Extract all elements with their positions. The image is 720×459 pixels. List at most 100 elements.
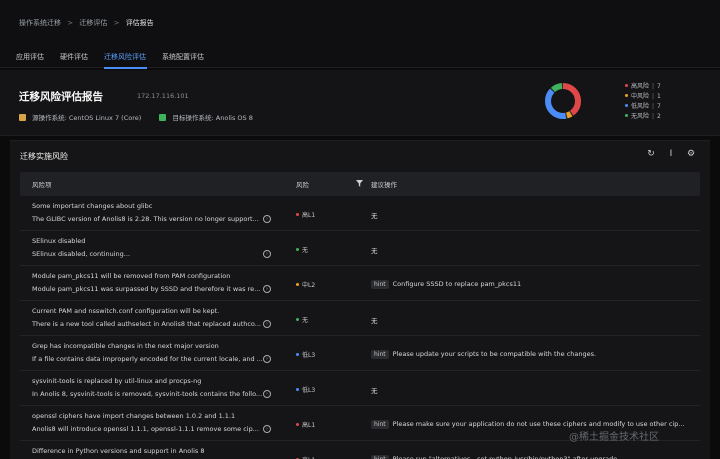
action-text: 无	[371, 387, 378, 395]
info-icon[interactable]: ›	[263, 250, 271, 258]
risk-level: 低L3	[296, 350, 315, 359]
panel-title: 迁移实施风险	[20, 152, 68, 161]
table-row[interactable]: SElinux disabled SElinux disabled, contin…	[20, 231, 700, 266]
tab-migration-risk-assessment[interactable]: 迁移风险评估	[104, 52, 146, 62]
risk-level-label: 高L1	[302, 212, 316, 219]
legend-item-none[interactable]: 无风险 | 2	[625, 112, 661, 122]
risk-description: SElinux disabled, continuing...	[32, 250, 131, 258]
risk-description: If a file contains data improperly encod…	[32, 355, 263, 363]
hint-badge: hint	[371, 280, 389, 289]
risk-title: Module pam_pkcs11 will be removed from P…	[32, 272, 231, 280]
table-row[interactable]: Difference in Python versions and suppor…	[20, 441, 700, 459]
suggested-action: 无	[371, 315, 378, 325]
breadcrumb: 操作系统迁移 > 迁移评估 > 评估报告	[19, 18, 154, 28]
action-text: 无	[371, 247, 378, 255]
filter-icon[interactable]	[356, 179, 363, 189]
info-icon[interactable]: ›	[263, 285, 271, 293]
info-icon[interactable]: ›	[263, 215, 271, 223]
risk-level-label: 无	[302, 247, 309, 254]
action-text: 无	[371, 317, 378, 325]
legend-item-low[interactable]: 低风险 | 7	[625, 102, 661, 112]
risk-legend: 高风险 | 7 中风险 | 1 低风险 | 7 无风险 | 2	[625, 82, 661, 122]
breadcrumb-item-os-migration[interactable]: 操作系统迁移	[19, 19, 61, 27]
risk-level: 高L1	[296, 210, 315, 219]
legend-dot-high	[625, 84, 628, 87]
risk-level: 高L1	[296, 420, 315, 429]
table-body: Some important changes about glibc The GL…	[20, 196, 700, 459]
breadcrumb-separator: >	[67, 19, 74, 27]
risk-level: 无	[296, 245, 308, 254]
suggested-action: hint Configure SSSD to replace pam_pkcs11	[371, 280, 521, 289]
risk-level: 高L1	[296, 455, 315, 459]
table-row[interactable]: sysvinit-tools is replaced by util-linux…	[20, 371, 700, 406]
risk-table: 风险项 风险 建议操作 Some important changes about…	[20, 172, 700, 459]
legend-item-high[interactable]: 高风险 | 7	[625, 82, 661, 92]
action-text: Please update your scripts to be compati…	[392, 350, 597, 358]
suggested-action: 无	[371, 245, 378, 255]
suggested-action: 无	[371, 385, 378, 395]
os-info: 源操作系统: CentOS Linux 7 (Core) 目标操作系统: Ano…	[19, 112, 253, 122]
suggested-action: 无	[371, 210, 378, 220]
breadcrumb-item-migration-assessment[interactable]: 迁移评估	[79, 19, 107, 27]
risk-level-label: 低L3	[302, 352, 316, 359]
breadcrumb-item-report: 评估报告	[125, 19, 154, 27]
suggested-action: hintPlease run "alternatives --set pytho…	[371, 455, 617, 459]
risk-description: Module pam_pkcs11 was surpassed by SSSD …	[32, 285, 261, 293]
table-row[interactable]: Grep has incompatible changes in the nex…	[20, 336, 700, 371]
risk-title: openssl ciphers have import changes betw…	[32, 412, 236, 420]
risk-title: Difference in Python versions and suppor…	[32, 447, 205, 455]
report-summary: 迁移风险评估报告 172.17.116.101 源操作系统: CentOS Li…	[0, 70, 720, 136]
tab-system-config-assessment[interactable]: 系统配置评估	[162, 52, 204, 62]
column-action: 建议操作	[371, 181, 397, 189]
legend-item-mid[interactable]: 中风险 | 1	[625, 92, 661, 102]
action-text: Configure SSSD to replace pam_pkcs11	[392, 280, 522, 288]
action-text: 无	[371, 212, 378, 220]
tab-hardware-assessment[interactable]: 硬件评估	[60, 52, 88, 62]
source-os-icon	[19, 113, 26, 121]
risk-donut-chart	[545, 83, 581, 119]
risk-level-label: 低L3	[302, 387, 316, 394]
info-icon[interactable]: ›	[263, 320, 271, 328]
report-title: 迁移风险评估报告	[19, 91, 103, 103]
risk-title: Grep has incompatible changes in the nex…	[32, 342, 219, 350]
table-row[interactable]: Current PAM and nsswitch.conf configurat…	[20, 301, 700, 336]
risk-panel: 迁移实施风险 ↻ Ⅰ ⚙ 风险项 风险 建议操作 Some important …	[10, 140, 710, 459]
risk-level: 中L2	[296, 280, 315, 289]
watermark: @稀土掘金技术社区	[569, 432, 659, 443]
refresh-icon[interactable]: ↻	[646, 149, 656, 159]
risk-description: In Anolis 8, sysvinit-tools is removed, …	[32, 390, 263, 398]
table-row[interactable]: Module pam_pkcs11 will be removed from P…	[20, 266, 700, 301]
target-os-value: Anolis OS 8	[215, 114, 253, 122]
info-icon[interactable]: ›	[263, 355, 271, 363]
risk-level-dot	[296, 248, 299, 251]
risk-title: Current PAM and nsswitch.conf configurat…	[32, 307, 220, 315]
risk-level-label: 中L2	[302, 282, 316, 289]
info-icon[interactable]: ›	[263, 390, 271, 398]
tab-app-assessment[interactable]: 应用评估	[16, 52, 44, 62]
suggested-action: hint Please update your scripts to be com…	[371, 350, 596, 359]
risk-level-label: 高L1	[302, 422, 316, 429]
risk-description: Anolis8 will introduce openssl 1.1.1, op…	[32, 425, 259, 433]
action-text: Please make sure your application do not…	[392, 420, 685, 428]
risk-level: 低L3	[296, 385, 315, 394]
risk-level: 无	[296, 315, 308, 324]
table-row[interactable]: Some important changes about glibc The GL…	[20, 196, 700, 231]
panel-toolbar: ↻ Ⅰ ⚙	[646, 149, 696, 161]
risk-level-dot	[296, 423, 299, 426]
risk-description: The GLIBC version of Anolis8 is 2.28. Th…	[32, 215, 259, 223]
info-icon[interactable]: ›	[263, 425, 271, 433]
report-ip: 172.17.116.101	[137, 92, 189, 100]
target-os-label: 目标操作系统:	[172, 114, 214, 122]
breadcrumb-separator: >	[113, 19, 120, 27]
hint-badge: hint	[371, 350, 389, 359]
column-risk-level: 风险	[296, 181, 309, 189]
hint-badge: hint	[371, 420, 389, 429]
legend-dot-low	[625, 104, 628, 107]
column-height-icon[interactable]: Ⅰ	[666, 149, 676, 159]
risk-description: There is a new tool called authselect in…	[32, 320, 261, 328]
risk-level-dot	[296, 353, 299, 356]
risk-title: SElinux disabled	[32, 237, 86, 245]
source-os-value: CentOS Linux 7 (Core)	[68, 114, 142, 122]
settings-icon[interactable]: ⚙	[686, 149, 696, 159]
action-text: Please run "alternatives --set python /u…	[392, 455, 618, 459]
